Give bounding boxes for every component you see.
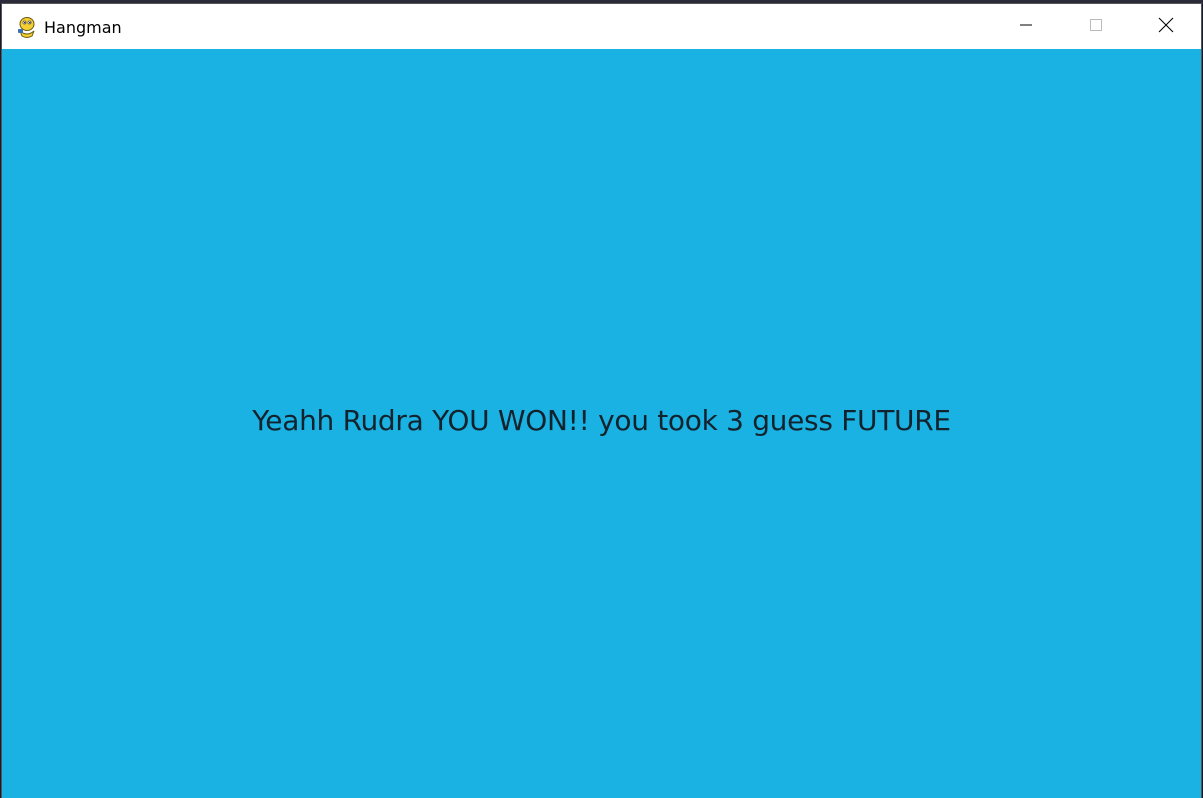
window-title: Hangman	[44, 18, 122, 37]
win-message: Yeahh Rudra YOU WON!! you took 3 guess F…	[252, 404, 951, 437]
game-canvas[interactable]: Yeahh Rudra YOU WON!! you took 3 guess F…	[2, 49, 1201, 798]
close-icon	[1158, 17, 1174, 37]
pygame-snake-icon[interactable]	[15, 15, 39, 39]
minimize-button[interactable]	[991, 4, 1061, 49]
minimize-icon	[1019, 17, 1033, 36]
close-button[interactable]	[1131, 4, 1201, 49]
hangman-window: Hangman Yeahh Rudra YOU WON!! you took 3…	[1, 3, 1202, 798]
window-controls	[991, 4, 1201, 49]
maximize-button[interactable]	[1061, 4, 1131, 49]
title-bar[interactable]: Hangman	[2, 4, 1201, 49]
maximize-icon	[1089, 17, 1103, 36]
